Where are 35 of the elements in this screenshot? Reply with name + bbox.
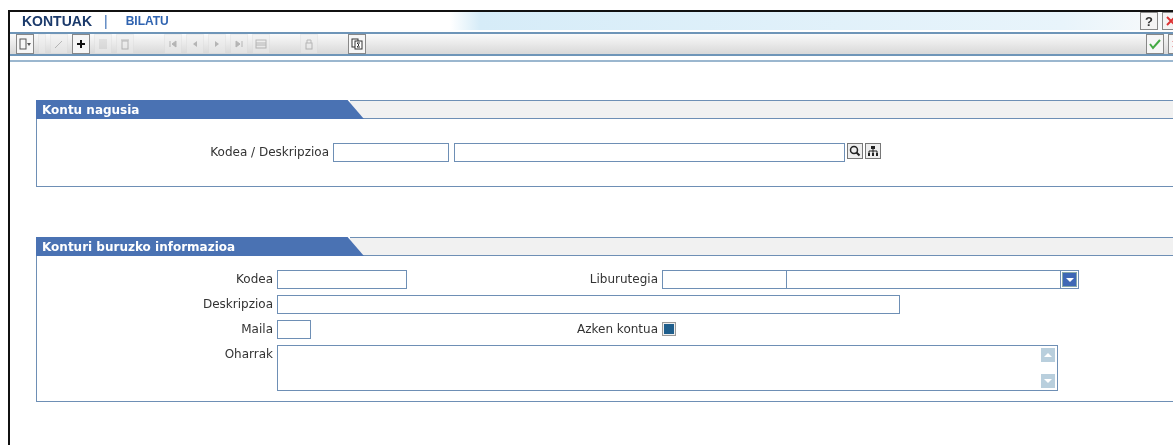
window-subtitle: BILATU	[125, 14, 169, 28]
field-label: Oharrak	[223, 346, 274, 363]
title-separator: |	[104, 13, 108, 29]
text-field[interactable]	[277, 295, 900, 314]
trash-icon	[119, 38, 131, 50]
checkbox[interactable]	[662, 322, 676, 336]
field-label: Maila	[240, 321, 274, 338]
confirm-icon[interactable]	[1146, 34, 1164, 54]
code-field[interactable]	[333, 143, 449, 162]
grid-icon	[255, 38, 267, 50]
text-field[interactable]	[277, 270, 407, 289]
field-label: Liburutegia	[588, 271, 659, 288]
field-label: Kodea / Deskripzioa	[209, 144, 330, 161]
document-icon	[97, 38, 109, 50]
section-title: Kontu nagusia	[36, 100, 364, 119]
list-icon	[19, 38, 31, 50]
help-button[interactable]: ?	[1140, 12, 1158, 30]
last-icon	[233, 38, 245, 50]
plus-icon	[75, 38, 87, 50]
lock-icon	[303, 38, 315, 50]
section-title: Konturi buruzko informazioa	[36, 237, 364, 256]
sum-pages-icon	[351, 38, 363, 50]
first-icon	[167, 38, 179, 50]
hierarchy-icon[interactable]	[865, 143, 881, 159]
description-field[interactable]	[454, 143, 845, 162]
search-icon[interactable]	[847, 143, 863, 159]
checkbox-label: Azken kontua	[576, 321, 659, 338]
pencil-icon	[53, 38, 65, 50]
dropdown-icon[interactable]	[1062, 272, 1077, 287]
field-label: Kodea	[235, 271, 274, 288]
text-field[interactable]	[277, 320, 311, 339]
field-label: Deskripzioa	[201, 296, 274, 313]
window-title: KONTUAK	[22, 13, 92, 29]
toolbar-button[interactable]	[72, 34, 90, 54]
library-select[interactable]	[662, 270, 1079, 289]
